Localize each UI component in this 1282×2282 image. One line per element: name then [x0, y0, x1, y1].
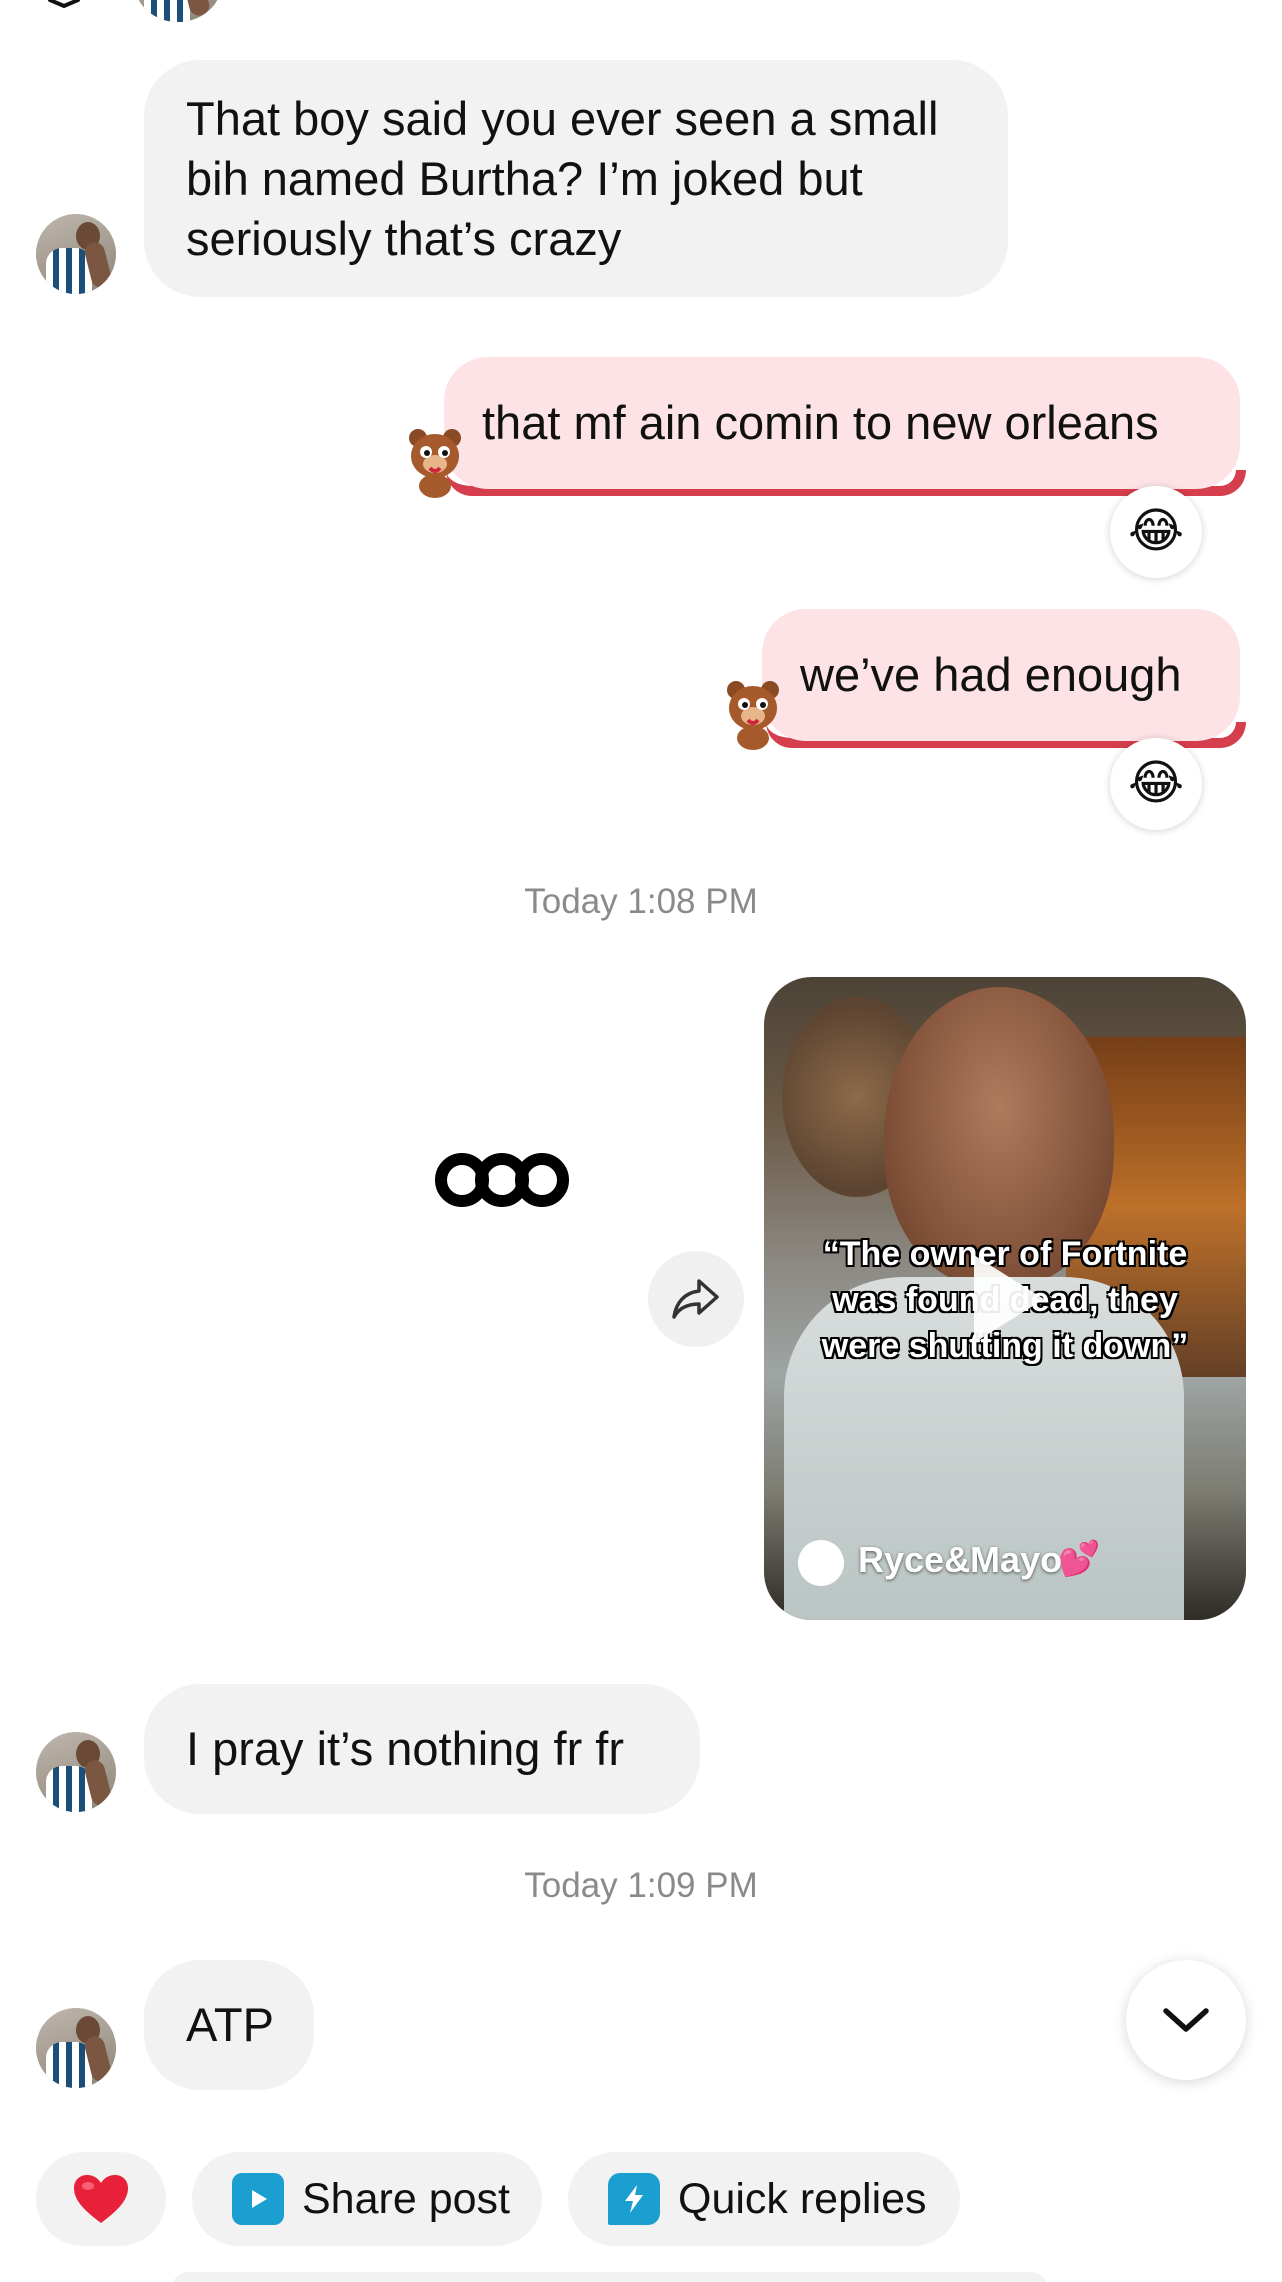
shared-video-card[interactable]: “The owner of Fortnite was found dead, t…	[764, 977, 1246, 1620]
share-post-icon	[232, 2173, 284, 2225]
bear-sticker-icon	[727, 681, 779, 750]
heart-quick-reaction[interactable]	[36, 2152, 166, 2246]
message-text: we’ve had enough	[800, 648, 1182, 701]
chevron-down-icon	[1163, 2008, 1209, 2032]
bear-sticker-icon	[409, 429, 461, 498]
laugh-cry-emoji[interactable]: 😂	[1110, 738, 1202, 830]
partner-avatar-top[interactable]	[134, 0, 222, 22]
partner-avatar[interactable]	[36, 214, 116, 294]
chevron-down-icon	[48, 0, 80, 8]
quick-replies-button[interactable]: Quick replies	[568, 2152, 960, 2246]
partner-avatar[interactable]	[36, 2008, 116, 2088]
quick-replies-icon	[608, 2173, 660, 2225]
message-timestamp: Today 1:08 PM	[524, 882, 758, 921]
share-post-label: Share post	[302, 2174, 510, 2223]
incoming-message-bubble[interactable]: I pray it’s nothing fr fr	[144, 1684, 700, 1814]
message-text: ATP	[186, 1998, 274, 2051]
message-text: That boy said you ever seen a small bih …	[186, 91, 939, 265]
share-arrow-icon	[672, 1279, 719, 1319]
outgoing-message-bubble[interactable]: we’ve had enough	[762, 609, 1240, 741]
author-avatar	[798, 1540, 844, 1586]
play-icon[interactable]	[974, 1255, 1044, 1343]
message-text: I pray it’s nothing fr fr	[186, 1722, 624, 1775]
share-post-button[interactable]: Share post	[192, 2152, 542, 2246]
incoming-message-bubble[interactable]: That boy said you ever seen a small bih …	[144, 60, 1008, 297]
laugh-cry-emoji[interactable]: 😂	[1110, 486, 1202, 578]
message-timestamp: Today 1:09 PM	[524, 1866, 758, 1905]
scroll-to-bottom-button[interactable]	[1126, 1960, 1246, 2080]
message-composer[interactable]	[170, 2272, 1050, 2282]
heart-icon	[74, 2175, 128, 2223]
quick-replies-label: Quick replies	[678, 2174, 927, 2223]
outgoing-message-bubble[interactable]: that mf ain comin to new orleans	[444, 357, 1240, 489]
incoming-message-bubble[interactable]: ATP	[144, 1960, 314, 2090]
share-button[interactable]	[648, 1251, 744, 1347]
message-text: that mf ain comin to new orleans	[482, 396, 1159, 449]
threads-logo-icon	[435, 1153, 569, 1207]
partner-avatar[interactable]	[36, 1732, 116, 1812]
two-hearts-emoji: 💕	[1058, 1540, 1101, 1578]
video-author: Ryce&Mayo	[858, 1539, 1063, 1580]
